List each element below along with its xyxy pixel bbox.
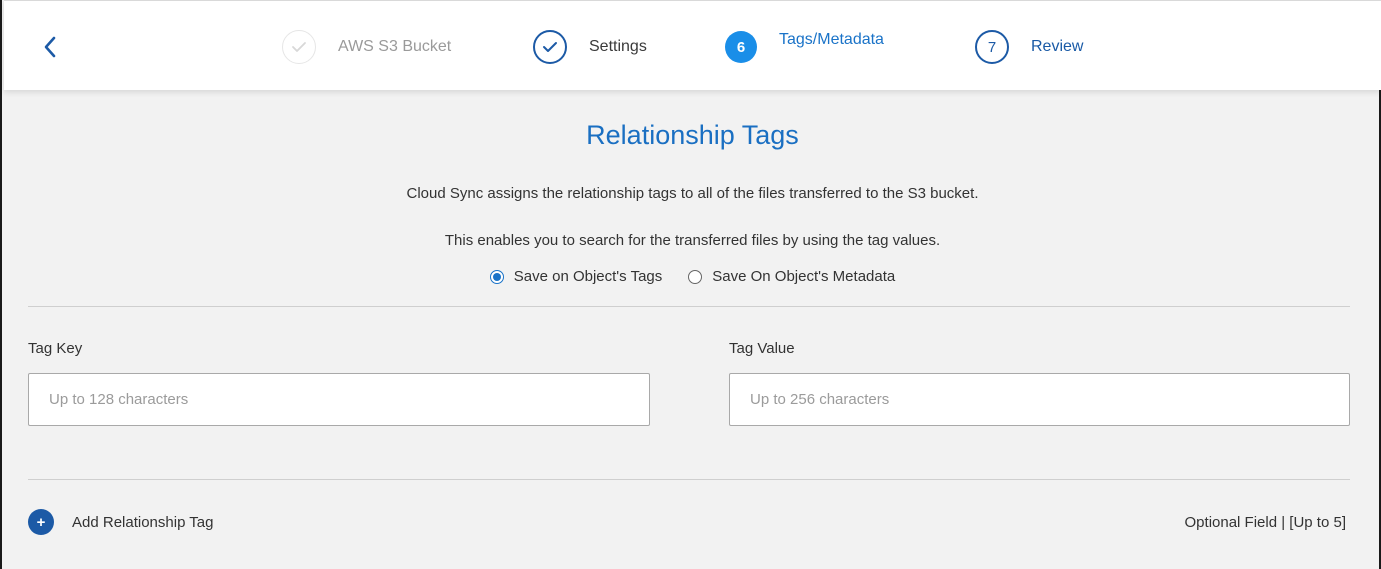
step-label: Review bbox=[1031, 38, 1084, 55]
chevron-left-icon bbox=[44, 36, 56, 58]
page-title: Relationship Tags bbox=[586, 120, 799, 150]
wizard-header: AWS S3 Bucket Settings 6 Tags/Metadata 7… bbox=[4, 0, 1381, 90]
back-button[interactable] bbox=[38, 33, 62, 61]
description-line-1: Cloud Sync assigns the relationship tags… bbox=[406, 185, 979, 202]
step-check-icon bbox=[533, 30, 567, 64]
plus-icon: + bbox=[28, 509, 54, 535]
step-check-icon bbox=[282, 30, 316, 64]
step-label: AWS S3 Bucket bbox=[338, 38, 452, 55]
optional-field-note: Optional Field | [Up to 5] bbox=[1184, 514, 1346, 531]
tag-value-input[interactable] bbox=[729, 373, 1350, 426]
radio-selected-icon[interactable] bbox=[489, 269, 504, 284]
radio-label: Save On Object's Metadata bbox=[712, 268, 896, 285]
step-settings[interactable]: Settings bbox=[533, 29, 647, 65]
divider bbox=[28, 479, 1350, 480]
step-review[interactable]: 7 Review bbox=[975, 29, 1083, 65]
tag-key-input[interactable] bbox=[28, 373, 650, 426]
add-relationship-tag-button[interactable]: + Add Relationship Tag bbox=[28, 509, 214, 535]
step-label: Settings bbox=[589, 38, 647, 55]
tag-key-label: Tag Key bbox=[28, 340, 83, 357]
radio-unselected-icon[interactable] bbox=[688, 269, 703, 284]
radio-save-on-metadata[interactable]: Save On Object's Metadata bbox=[688, 268, 895, 285]
step-label: Tags/Metadata bbox=[779, 31, 884, 48]
step-aws-s3-bucket[interactable]: AWS S3 Bucket bbox=[282, 29, 451, 65]
page-frame: AWS S3 Bucket Settings 6 Tags/Metadata 7… bbox=[0, 0, 1381, 569]
description-line-2: This enables you to search for the trans… bbox=[444, 232, 941, 249]
tag-value-label: Tag Value bbox=[729, 340, 795, 357]
add-relationship-tag-label: Add Relationship Tag bbox=[72, 513, 214, 531]
step-number-badge: 7 bbox=[975, 30, 1009, 64]
divider bbox=[28, 306, 1350, 307]
step-tags-metadata[interactable]: 6 Tags/Metadata bbox=[725, 29, 884, 65]
step-number-badge: 6 bbox=[725, 31, 757, 63]
radio-label: Save on Object's Tags bbox=[513, 268, 663, 285]
save-location-radio-group: Save on Object's Tags Save On Object's M… bbox=[2, 268, 1381, 285]
radio-save-on-tags[interactable]: Save on Object's Tags bbox=[489, 268, 663, 285]
